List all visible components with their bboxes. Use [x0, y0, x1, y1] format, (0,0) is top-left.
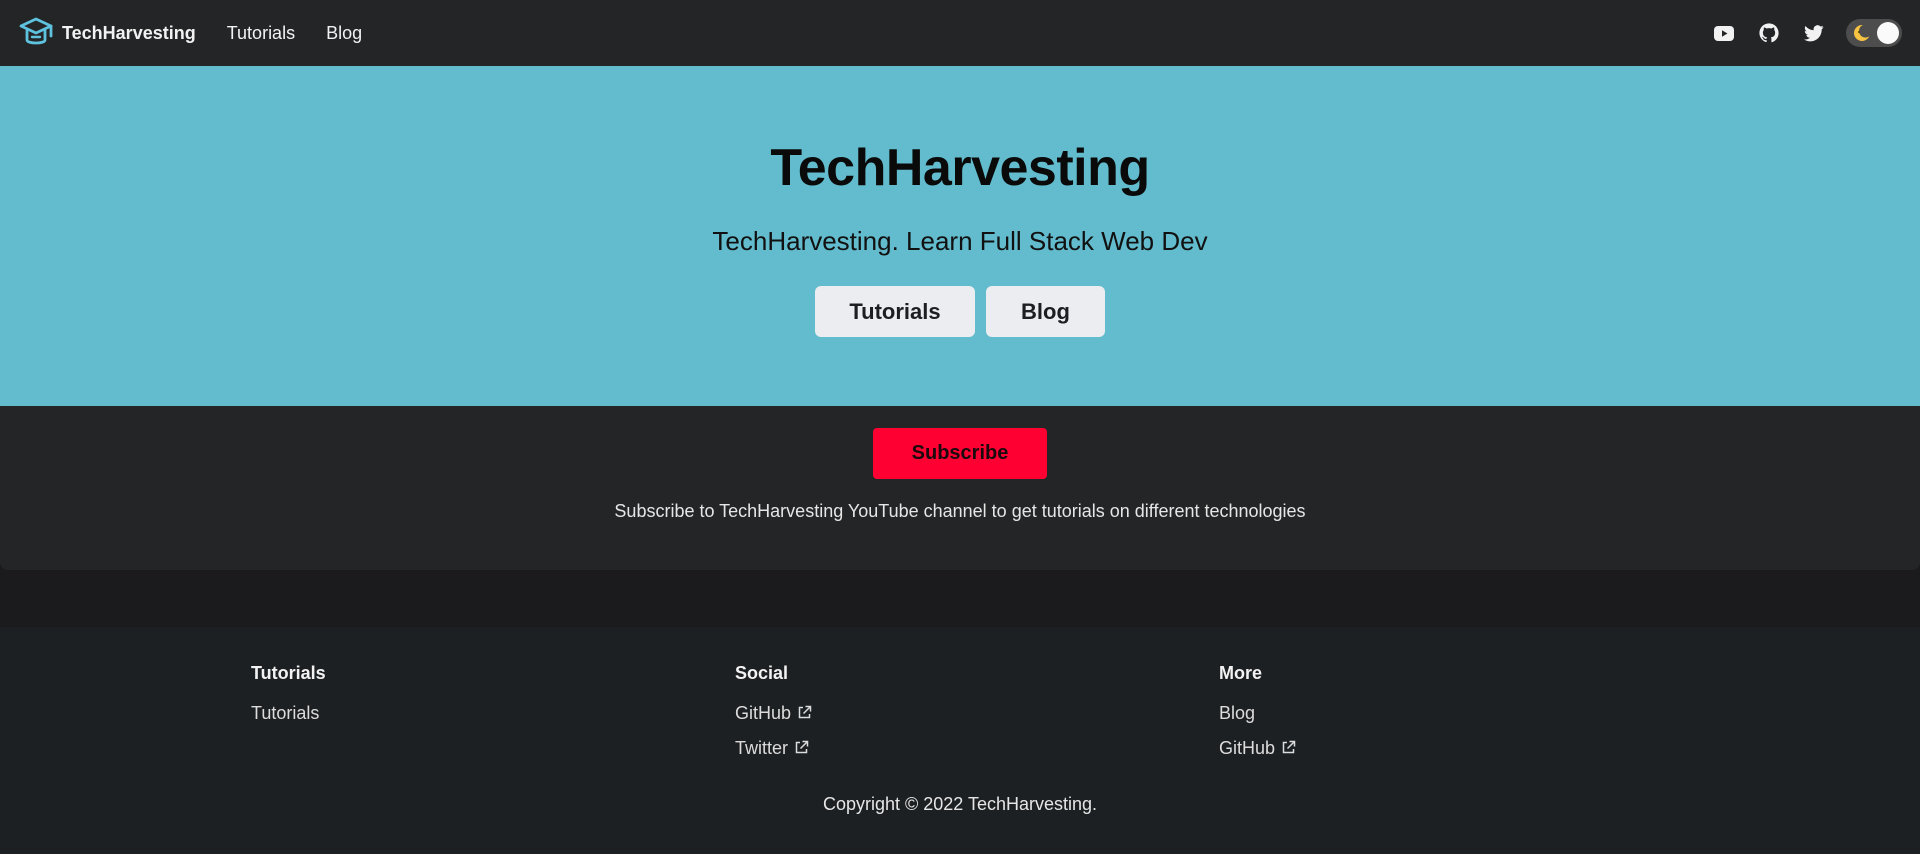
graduation-cap-logo-icon	[19, 17, 53, 45]
footer-heading: Tutorials	[251, 663, 326, 683]
footer-link-label: GitHub	[1219, 738, 1276, 758]
external-link-icon	[798, 705, 812, 719]
footer-link-tutorials[interactable]: Tutorials	[251, 702, 326, 737]
toggle-knob	[1877, 22, 1899, 44]
hero-buttons: Tutorials Blog	[0, 286, 1920, 337]
footer-link-label: GitHub	[735, 703, 792, 723]
hero-tagline: TechHarvesting. Learn Full Stack Web Dev	[712, 226, 1208, 256]
footer-link-blog[interactable]: Blog	[1219, 702, 1296, 737]
youtube-icon[interactable]	[1712, 21, 1736, 45]
subscribe-section: Subscribe Subscribe to TechHarvesting Yo…	[0, 406, 1920, 570]
brand-title: TechHarvesting	[62, 22, 196, 43]
footer-column-more: More Blog GitHub	[1219, 663, 1296, 772]
navbar: TechHarvesting Tutorials Blog	[0, 0, 1920, 66]
moon-icon	[1854, 24, 1871, 41]
brand-link[interactable]: TechHarvesting	[18, 15, 196, 51]
external-link-icon	[795, 740, 809, 754]
footer-column-tutorials: Tutorials Tutorials	[251, 663, 326, 737]
hero-banner: TechHarvesting TechHarvesting. Learn Ful…	[0, 66, 1920, 406]
copyright-text: Copyright © 2022 TechHarvesting.	[822, 794, 1098, 814]
hero-title: TechHarvesting	[770, 139, 1150, 197]
footer-link-label: Blog	[1219, 703, 1256, 723]
subscribe-button[interactable]: Subscribe	[873, 428, 1047, 479]
github-icon[interactable]	[1757, 21, 1781, 45]
tutorials-button[interactable]: Tutorials	[815, 286, 975, 337]
navbar-right	[1691, 19, 1902, 47]
footer-heading: Social	[735, 663, 789, 683]
nav-link-blog[interactable]: Blog	[326, 23, 362, 44]
footer-link-label: Twitter	[735, 738, 789, 758]
footer-link-twitter[interactable]: Twitter	[735, 737, 812, 772]
footer-link-label: Tutorials	[251, 703, 320, 723]
footer-link-github[interactable]: GitHub	[735, 702, 812, 737]
footer-column-social: Social GitHub Twitter	[735, 663, 812, 772]
footer-link-github-more[interactable]: GitHub	[1219, 737, 1296, 772]
twitter-icon[interactable]	[1802, 21, 1826, 45]
external-link-icon	[1282, 740, 1296, 754]
subscribe-description: Subscribe to TechHarvesting YouTube chan…	[614, 501, 1306, 521]
footer-heading: More	[1219, 663, 1263, 683]
footer: Tutorials Tutorials Social GitHub Twitte…	[0, 627, 1920, 854]
dark-mode-toggle[interactable]	[1846, 19, 1902, 47]
blog-button[interactable]: Blog	[986, 286, 1105, 337]
nav-link-tutorials[interactable]: Tutorials	[227, 23, 295, 44]
